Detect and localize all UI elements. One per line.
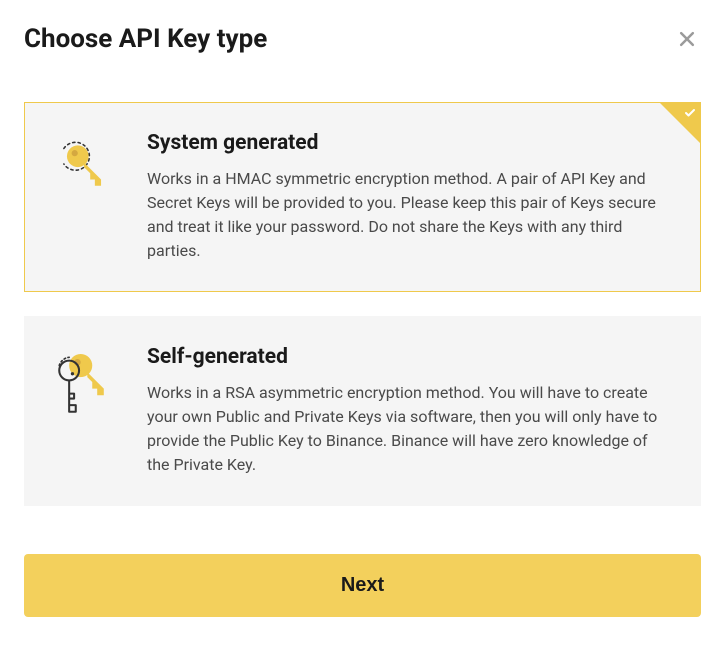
option-icon-container (49, 345, 119, 477)
close-button[interactable] (673, 25, 701, 53)
option-description: Works in a RSA asymmetric encryption met… (147, 381, 672, 477)
option-self-generated[interactable]: Self-generated Works in a RSA asymmetric… (24, 316, 701, 506)
keys-icon (51, 347, 117, 427)
key-icon (53, 133, 115, 195)
option-title: System generated (147, 131, 672, 155)
check-icon (684, 107, 696, 123)
close-icon (677, 29, 697, 49)
modal-header: Choose API Key type (24, 24, 701, 54)
modal-title: Choose API Key type (24, 24, 267, 54)
option-content: System generated Works in a HMAC symmetr… (147, 131, 672, 263)
option-icon-container (49, 131, 119, 263)
option-description: Works in a HMAC symmetric encryption met… (147, 167, 672, 263)
next-button[interactable]: Next (24, 554, 701, 617)
option-system-generated[interactable]: System generated Works in a HMAC symmetr… (24, 102, 701, 292)
option-title: Self-generated (147, 345, 672, 369)
option-content: Self-generated Works in a RSA asymmetric… (147, 345, 672, 477)
